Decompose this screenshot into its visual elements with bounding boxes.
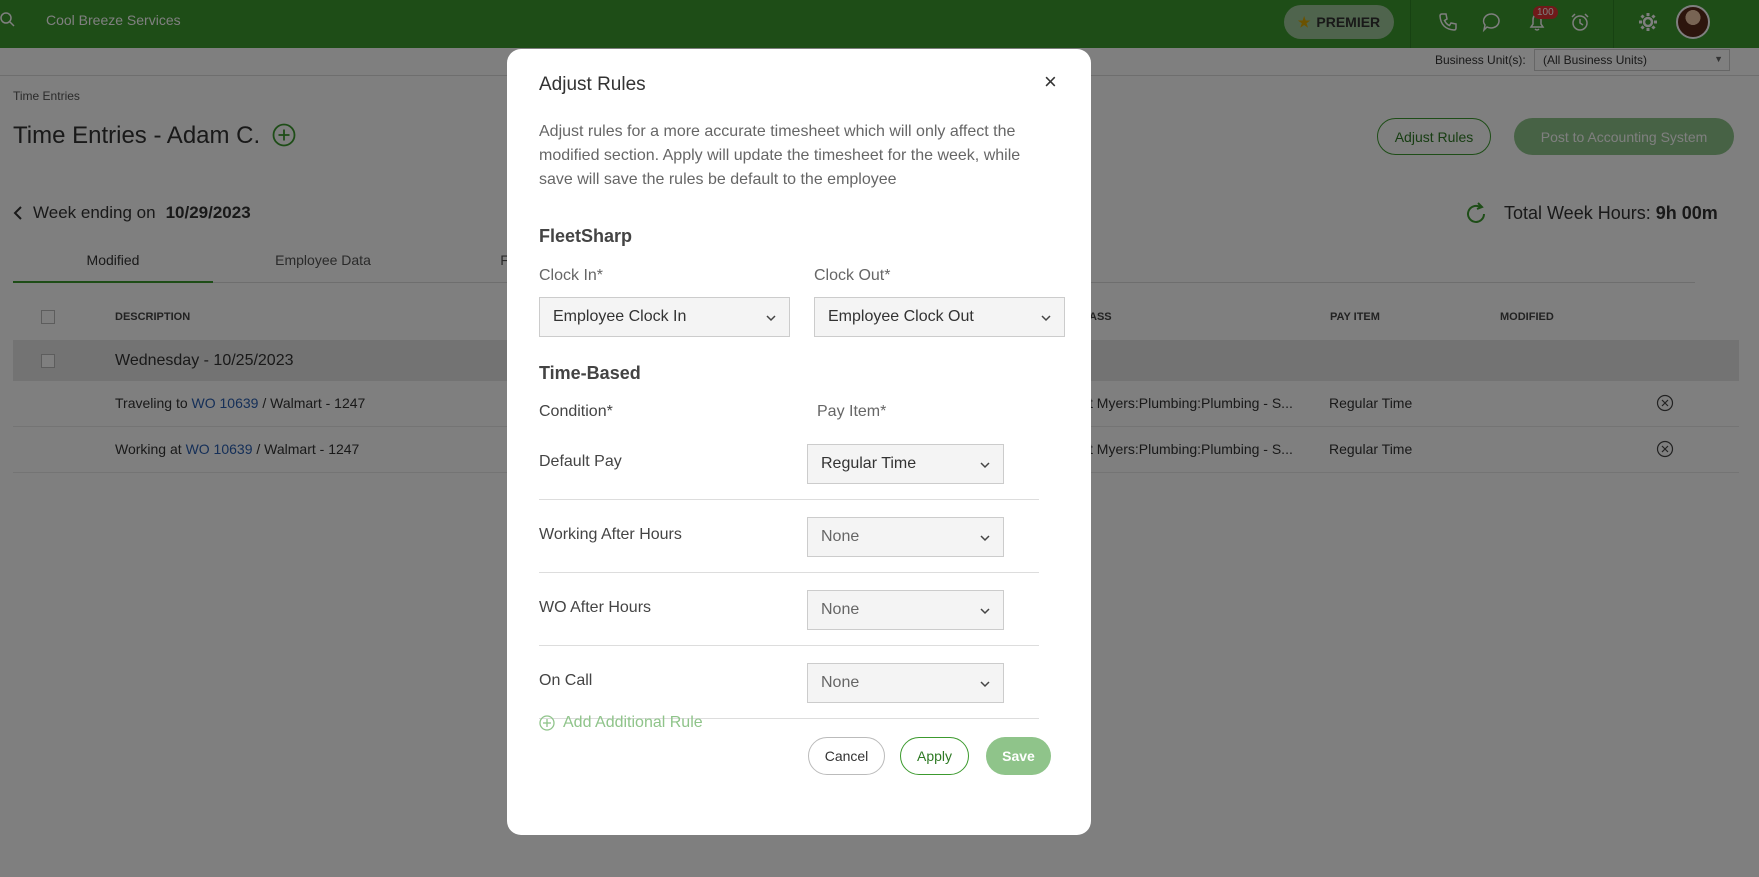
time-based-heading: Time-Based bbox=[539, 363, 641, 383]
save-button[interactable]: Save bbox=[986, 737, 1051, 775]
clock-in-value: Employee Clock In bbox=[553, 308, 687, 325]
add-additional-rule-link[interactable]: Add Additional Rule bbox=[539, 714, 703, 732]
cancel-button[interactable]: Cancel bbox=[808, 737, 885, 775]
add-circle-icon bbox=[539, 715, 555, 731]
rule-name: WO After Hours bbox=[539, 599, 652, 616]
rule-row-on-call: On Call None bbox=[539, 646, 1039, 719]
chevron-down-icon bbox=[980, 681, 990, 688]
rule-pay-item-select[interactable]: None bbox=[807, 663, 1004, 703]
rule-row-wo-after-hours: WO After Hours None bbox=[539, 573, 1039, 646]
clock-out-label: Clock Out* bbox=[814, 267, 891, 284]
dialog-description: Adjust rules for a more accurate timeshe… bbox=[539, 123, 1021, 188]
clock-in-label: Clock In* bbox=[539, 267, 604, 284]
rule-pay-item-select[interactable]: None bbox=[807, 590, 1004, 630]
dialog-title: Adjust Rules bbox=[539, 74, 646, 95]
rule-pay-item-select[interactable]: None bbox=[807, 517, 1004, 557]
add-rule-label: Add Additional Rule bbox=[563, 714, 703, 731]
rule-pay-item-select[interactable]: Regular Time bbox=[807, 444, 1004, 484]
chevron-down-icon bbox=[1041, 315, 1051, 322]
chevron-down-icon bbox=[980, 462, 990, 469]
adjust-rules-dialog: Adjust Rules × Adjust rules for a more a… bbox=[507, 49, 1091, 835]
rule-value: None bbox=[821, 528, 860, 545]
chevron-down-icon bbox=[980, 535, 990, 542]
condition-label: Condition* bbox=[539, 403, 613, 420]
rule-name: Working After Hours bbox=[539, 526, 682, 543]
clock-out-value: Employee Clock Out bbox=[828, 308, 974, 325]
rule-name: On Call bbox=[539, 672, 593, 689]
rule-value: Regular Time bbox=[821, 455, 917, 472]
clock-out-select[interactable]: Employee Clock Out bbox=[814, 297, 1065, 337]
apply-button[interactable]: Apply bbox=[900, 737, 969, 775]
fleetsharp-heading: FleetSharp bbox=[539, 226, 633, 246]
chevron-down-icon bbox=[766, 315, 776, 322]
pay-item-label: Pay Item* bbox=[817, 403, 887, 420]
rule-value: None bbox=[821, 674, 860, 691]
rule-value: None bbox=[821, 601, 860, 618]
rule-row-working-after-hours: Working After Hours None bbox=[539, 500, 1039, 573]
chevron-down-icon bbox=[980, 608, 990, 615]
clock-in-select[interactable]: Employee Clock In bbox=[539, 297, 790, 337]
close-icon[interactable]: × bbox=[1044, 69, 1057, 95]
rule-name: Default Pay bbox=[539, 453, 622, 470]
rule-row-default-pay: Default Pay Regular Time bbox=[539, 427, 1039, 500]
